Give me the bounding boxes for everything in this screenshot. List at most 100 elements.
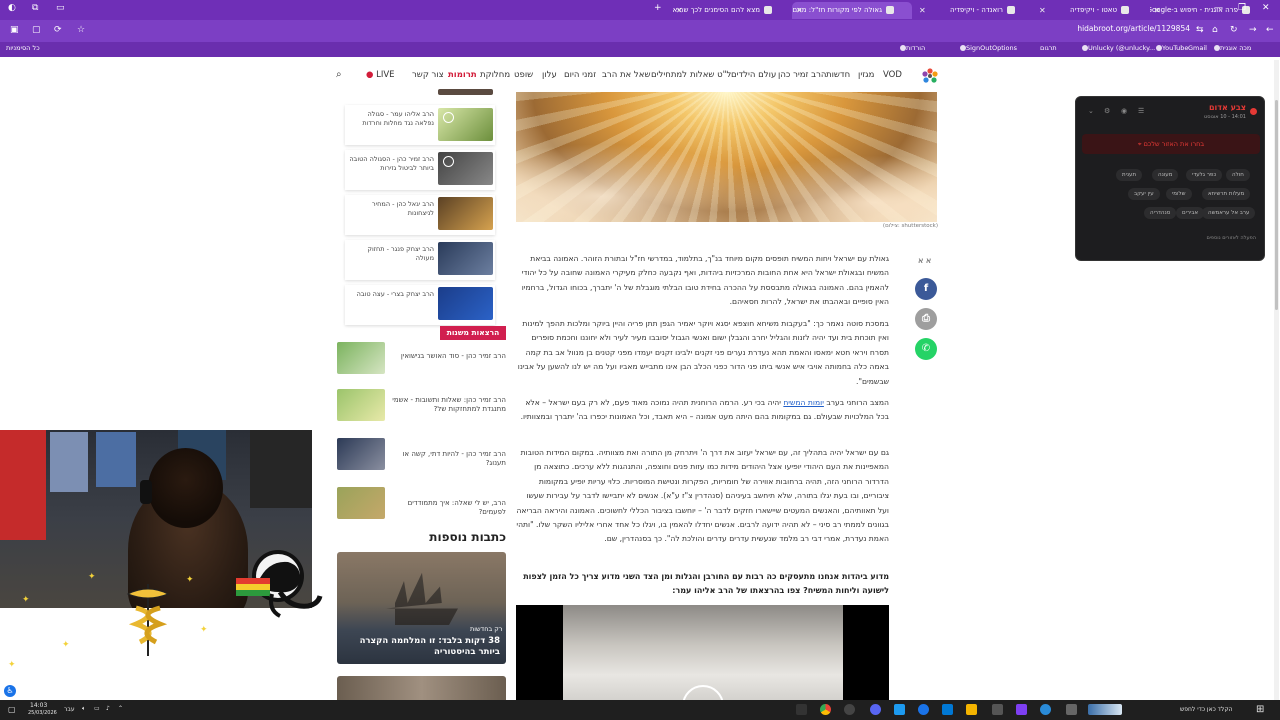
- home-icon[interactable]: ⌂: [1212, 25, 1218, 35]
- video-thumbnail[interactable]: [438, 108, 493, 141]
- lecture-thumbnail[interactable]: [337, 487, 385, 519]
- tab-search-icon[interactable]: ⧉: [32, 3, 38, 13]
- bookmark-item[interactable]: Unlucky (@unlucky...: [1080, 44, 1155, 52]
- close-tab-icon[interactable]: ✕: [676, 2, 683, 19]
- lecture-thumbnail[interactable]: [337, 342, 385, 374]
- mic-icon[interactable]: ♪: [106, 705, 110, 712]
- whatsapp-share-icon[interactable]: ✆: [915, 338, 937, 360]
- taskbar-search[interactable]: הקלד כאן כדי לחפש: [1180, 706, 1233, 713]
- video-thumbnail[interactable]: [438, 242, 493, 275]
- bookmark-item[interactable]: הורדות: [898, 44, 925, 52]
- area-chip[interactable]: אבירים: [1176, 207, 1205, 219]
- sound-icon[interactable]: ◉: [1121, 107, 1127, 115]
- obs-icon[interactable]: [844, 704, 855, 715]
- app-icon[interactable]: [918, 704, 929, 715]
- chevron-up-icon[interactable]: ⌃: [118, 705, 123, 712]
- all-bookmarks[interactable]: כל הסימניות: [6, 44, 40, 52]
- app-icon[interactable]: [992, 704, 1003, 715]
- browser-profile-icon[interactable]: ◐: [8, 3, 16, 13]
- nav-beginners[interactable]: למתחילים: [651, 70, 687, 80]
- edge-icon[interactable]: [1040, 704, 1051, 715]
- close-tab-icon[interactable]: ✕: [1039, 2, 1046, 19]
- nav-judge[interactable]: שופט: [514, 70, 533, 80]
- chevron-down-icon[interactable]: ⌄: [1088, 107, 1094, 115]
- accessibility-icon[interactable]: ♿: [4, 685, 16, 697]
- bookmark-star-icon[interactable]: ☆: [77, 25, 85, 35]
- settings-icon[interactable]: ⇆: [1196, 25, 1204, 35]
- nav-rabbi-zamir[interactable]: הרב זמיר כהן: [778, 70, 826, 80]
- file-explorer-icon[interactable]: [966, 704, 977, 715]
- facebook-share-icon[interactable]: f: [915, 278, 937, 300]
- lecture-title[interactable]: הרב זמיר כהן - סוד האושר בנישואין: [392, 352, 506, 361]
- area-chip[interactable]: מעלות תרשיחא: [1202, 188, 1251, 200]
- video-title[interactable]: הרב יגאל כהן - המחיר לניצחונות: [348, 200, 434, 218]
- video-title[interactable]: הרב יצחק בצרי - עצה טובה: [348, 290, 434, 299]
- taskbar-weather-icon[interactable]: [1088, 704, 1122, 715]
- list-icon[interactable]: ☰: [1138, 107, 1144, 115]
- area-chip[interactable]: כפר גלעדי: [1186, 169, 1223, 181]
- bookmark-item[interactable]: SignOutOptions: [958, 44, 1017, 52]
- video-title[interactable]: הרב זמיר כהן - הסגולה הטובה ביותר לביטול…: [348, 155, 434, 173]
- tab-google-search[interactable]: פרה אוגנית - חיפוש ב-Google✕: [1150, 2, 1268, 19]
- nav-donations[interactable]: תרומות: [448, 70, 477, 80]
- forward-icon[interactable]: →: [1249, 25, 1257, 35]
- area-chip[interactable]: ערב אל עראמשה: [1202, 207, 1256, 219]
- chrome-icon[interactable]: [820, 704, 831, 715]
- restore-icon[interactable]: ❐: [1238, 3, 1246, 13]
- app-icon[interactable]: [894, 704, 905, 715]
- lecture-thumbnail[interactable]: [337, 438, 385, 470]
- area-chip[interactable]: חולה: [1226, 169, 1250, 181]
- font-size-toggle[interactable]: א א: [918, 256, 931, 265]
- print-icon[interactable]: ⎙: [915, 308, 937, 330]
- nav-dispute[interactable]: מחלוקת: [480, 70, 510, 80]
- new-tab-icon[interactable]: +: [654, 3, 662, 13]
- notification-icon[interactable]: ▢: [8, 705, 16, 714]
- network-icon[interactable]: ▭: [94, 705, 100, 712]
- app-icon[interactable]: [796, 704, 807, 715]
- back-icon[interactable]: ←: [1266, 25, 1274, 35]
- bookmark-item[interactable]: מכה אוגנית: [1212, 44, 1251, 52]
- lecture-title[interactable]: הרב זמיר כהן: שאלות ותשובות - אשמי מתנגד…: [392, 396, 506, 414]
- store-icon[interactable]: [942, 704, 953, 715]
- bookmark-item[interactable]: Gmail: [1188, 44, 1207, 52]
- bookmark-item[interactable]: YouTube: [1154, 44, 1188, 52]
- area-chip[interactable]: סנהדריה: [1144, 207, 1177, 219]
- extension-icon[interactable]: ▣: [10, 25, 19, 35]
- nav-ask-rabbi[interactable]: שאל את הרב: [602, 70, 650, 80]
- tab-wiki-rwanda[interactable]: רואנדה - ויקיפדיה ✕: [915, 2, 1033, 19]
- nav-vod[interactable]: VOD: [883, 70, 902, 80]
- minimize-icon[interactable]: —: [1214, 3, 1223, 13]
- refresh-icon[interactable]: ↻: [1230, 25, 1238, 35]
- close-tab-icon[interactable]: ✕: [919, 2, 926, 19]
- tab-signs[interactable]: מצא להם הסימנים לכך שהיא... ✕: [672, 2, 790, 19]
- nav-times[interactable]: זמני היום: [564, 70, 596, 80]
- settings-icon[interactable]: ⚙: [1104, 107, 1110, 115]
- messiah-days-link[interactable]: יומות המשיח: [783, 398, 824, 407]
- reload-icon[interactable]: ⟳: [54, 25, 62, 35]
- nav-kids[interactable]: עולם הילדים: [731, 70, 776, 80]
- discord-icon[interactable]: [870, 704, 881, 715]
- search-icon[interactable]: ⌕: [336, 69, 342, 80]
- language-indicator[interactable]: עבר: [64, 706, 75, 713]
- video-thumbnail[interactable]: [438, 152, 493, 185]
- article-card-title[interactable]: 38 דקות בלבד: זו המלחמה הקצרה ביותר בהיס…: [345, 636, 500, 658]
- nav-leaflet[interactable]: עלון: [542, 70, 557, 80]
- area-chip[interactable]: מעונה: [1152, 169, 1179, 181]
- lecture-title[interactable]: הרב, יש לי שאלה: איך מתמודדים לפעמים?: [392, 499, 506, 517]
- tab-geula-article[interactable]: גאולה לפי מקורות חז"ל: מהם... ✕: [792, 2, 912, 19]
- close-tab-icon[interactable]: ✕: [1154, 2, 1161, 19]
- clock-time[interactable]: 14:03: [30, 702, 47, 709]
- windows-start-icon[interactable]: ⊞: [1256, 704, 1264, 715]
- clock-date[interactable]: 25/03/2026: [28, 710, 57, 716]
- area-chip[interactable]: עין יעקב: [1128, 188, 1160, 200]
- close-window-icon[interactable]: ✕: [1262, 3, 1270, 13]
- nav-contact[interactable]: צור קשר: [412, 70, 444, 80]
- article-card[interactable]: [337, 676, 506, 700]
- nav-live[interactable]: ● LIVE: [366, 70, 395, 80]
- lecture-thumbnail[interactable]: [337, 389, 385, 421]
- popup-footer[interactable]: הפעלה לאזורים נוספים: [1180, 235, 1256, 241]
- tab-group-icon[interactable]: ▢: [32, 25, 41, 35]
- close-tab-icon[interactable]: ✕: [796, 2, 803, 19]
- tab-back-icon[interactable]: ▭: [56, 3, 65, 13]
- lecture-title[interactable]: הרב זמיר כהן - להיות דתי, קשה או תענוג?: [392, 450, 506, 468]
